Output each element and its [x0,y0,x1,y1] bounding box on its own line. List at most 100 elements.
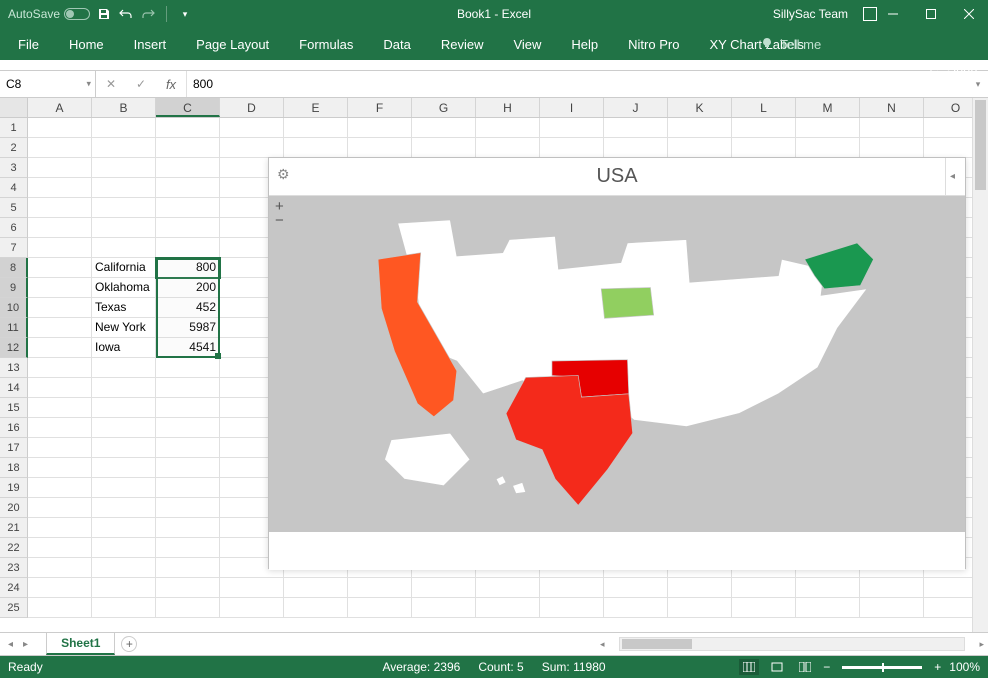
cell-D2[interactable] [220,138,284,158]
row-header-8[interactable]: 8 [0,258,28,278]
cell-B5[interactable] [92,198,156,218]
cell-F2[interactable] [348,138,412,158]
cell-H1[interactable] [476,118,540,138]
cell-A22[interactable] [28,538,92,558]
cell-A20[interactable] [28,498,92,518]
cell-C6[interactable] [156,218,220,238]
cell-C8[interactable]: 800 [156,258,220,278]
formula-input[interactable] [186,71,968,97]
row-header-4[interactable]: 4 [0,178,28,198]
save-icon[interactable] [96,6,112,22]
col-header-E[interactable]: E [284,98,348,117]
ribbon-tab-nitro-pro[interactable]: Nitro Pro [628,37,679,52]
cell-B4[interactable] [92,178,156,198]
cell-B12[interactable]: Iowa [92,338,156,358]
vertical-scroll-thumb[interactable] [975,100,986,190]
zoom-out-button[interactable]: − [823,660,830,674]
cell-N24[interactable] [860,578,924,598]
autosave-toggle[interactable]: AutoSave [8,7,90,21]
cell-C22[interactable] [156,538,220,558]
cell-B20[interactable] [92,498,156,518]
ribbon-tab-home[interactable]: Home [69,37,104,52]
row-header-6[interactable]: 6 [0,218,28,238]
ribbon-tab-file[interactable]: File [18,37,39,52]
cell-C14[interactable] [156,378,220,398]
col-header-A[interactable]: A [28,98,92,117]
row-header-12[interactable]: 12 [0,338,28,358]
normal-view-icon[interactable] [739,659,759,675]
user-name[interactable]: SillySac Team [773,7,848,21]
ribbon-tab-view[interactable]: View [513,37,541,52]
row-header-20[interactable]: 20 [0,498,28,518]
cell-C19[interactable] [156,478,220,498]
cell-B10[interactable]: Texas [92,298,156,318]
cell-C21[interactable] [156,518,220,538]
col-header-D[interactable]: D [220,98,284,117]
cell-A10[interactable] [28,298,92,318]
cell-B15[interactable] [92,398,156,418]
cell-E25[interactable] [284,598,348,618]
hscroll-right-icon[interactable]: ▸ [979,639,984,650]
cell-M25[interactable] [796,598,860,618]
qat-customize-icon[interactable]: ▾ [177,6,193,22]
col-header-B[interactable]: B [92,98,156,117]
minimize-button[interactable] [874,0,912,28]
row-header-1[interactable]: 1 [0,118,28,138]
row-header-22[interactable]: 22 [0,538,28,558]
formula-expand-icon[interactable]: ▾ [968,79,988,90]
cell-L24[interactable] [732,578,796,598]
col-header-K[interactable]: K [668,98,732,117]
cell-A19[interactable] [28,478,92,498]
cell-F1[interactable] [348,118,412,138]
cell-A23[interactable] [28,558,92,578]
cell-C17[interactable] [156,438,220,458]
cell-A11[interactable] [28,318,92,338]
sheet-nav-next-icon[interactable]: ▸ [23,639,28,650]
cell-G2[interactable] [412,138,476,158]
cell-G25[interactable] [412,598,476,618]
cell-C25[interactable] [156,598,220,618]
cell-E1[interactable] [284,118,348,138]
cell-D25[interactable] [220,598,284,618]
cell-A5[interactable] [28,198,92,218]
row-header-13[interactable]: 13 [0,358,28,378]
cell-A8[interactable] [28,258,92,278]
cell-I1[interactable] [540,118,604,138]
state-texas[interactable] [506,375,633,505]
cell-A16[interactable] [28,418,92,438]
row-header-5[interactable]: 5 [0,198,28,218]
cell-B17[interactable] [92,438,156,458]
cell-N1[interactable] [860,118,924,138]
cell-K2[interactable] [668,138,732,158]
page-break-view-icon[interactable] [795,659,815,675]
row-header-9[interactable]: 9 [0,278,28,298]
col-header-N[interactable]: N [860,98,924,117]
ribbon-tab-insert[interactable]: Insert [134,37,167,52]
row-header-18[interactable]: 18 [0,458,28,478]
name-box-dropdown-icon[interactable]: ▾ [86,79,91,90]
cell-A14[interactable] [28,378,92,398]
new-sheet-button[interactable]: + [121,636,137,652]
col-header-H[interactable]: H [476,98,540,117]
cell-J2[interactable] [604,138,668,158]
cell-B3[interactable] [92,158,156,178]
row-header-10[interactable]: 10 [0,298,28,318]
cell-A6[interactable] [28,218,92,238]
col-header-J[interactable]: J [604,98,668,117]
cell-A17[interactable] [28,438,92,458]
cell-C15[interactable] [156,398,220,418]
row-header-16[interactable]: 16 [0,418,28,438]
maximize-button[interactable] [912,0,950,28]
cell-F24[interactable] [348,578,412,598]
cell-B25[interactable] [92,598,156,618]
ribbon-tab-review[interactable]: Review [441,37,484,52]
cell-B18[interactable] [92,458,156,478]
cell-J1[interactable] [604,118,668,138]
cell-B1[interactable] [92,118,156,138]
cell-A4[interactable] [28,178,92,198]
gear-icon[interactable]: ⚙ [277,166,290,183]
cell-A21[interactable] [28,518,92,538]
cell-C4[interactable] [156,178,220,198]
row-header-3[interactable]: 3 [0,158,28,178]
cell-C10[interactable]: 452 [156,298,220,318]
